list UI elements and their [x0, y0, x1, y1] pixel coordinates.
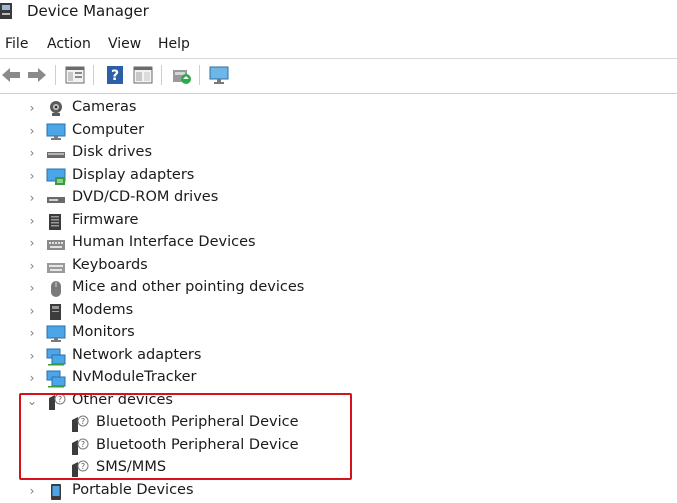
unknown-device-icon: ? [72, 438, 89, 455]
mouse-icon [51, 281, 61, 297]
chevron-right-icon[interactable]: › [26, 124, 38, 138]
chevron-down-icon[interactable]: ⌄ [26, 394, 38, 408]
chevron-right-icon[interactable]: › [26, 146, 38, 160]
help-icon[interactable]: ? [104, 64, 126, 86]
chevron-right-icon[interactable]: › [26, 371, 38, 385]
unknown-device-icon: ? [72, 415, 89, 432]
window-title: Device Manager [27, 2, 149, 20]
chevron-right-icon[interactable]: › [26, 259, 38, 273]
tree-item-label: Firmware [72, 211, 139, 228]
tree-item-keyboards[interactable]: › Keyboards [0, 256, 677, 278]
network-adapter-icon [46, 348, 66, 365]
menu-help[interactable]: Help [158, 36, 190, 52]
tree-item-portable-devices[interactable]: › Portable Devices [0, 481, 677, 503]
tree-item-label: Computer [72, 121, 145, 138]
back-icon[interactable] [0, 64, 22, 86]
portable-device-icon [51, 483, 61, 500]
tree-item-label: Bluetooth Peripheral Device [96, 414, 299, 430]
monitor-icon [46, 325, 66, 342]
device-manager-icon [0, 3, 12, 19]
chevron-right-icon[interactable]: › [26, 214, 38, 228]
tree-item-label: Mice and other pointing devices [72, 279, 305, 295]
tree-item-human-interface-devices[interactable]: › Human Interface Devices [0, 233, 677, 255]
chevron-right-icon[interactable]: › [26, 484, 38, 498]
title-bar: Device Manager [0, 0, 677, 26]
chevron-right-icon[interactable]: › [26, 169, 38, 183]
tree-item-label: SMS/MMS [96, 459, 167, 475]
tree-item-bluetooth-peripheral-device[interactable]: ? Bluetooth Peripheral Device [0, 413, 677, 435]
tree-item-label: Monitors [72, 324, 135, 340]
display-adapter-icon [46, 168, 66, 185]
menu-bar: File Action View Help [0, 34, 677, 56]
toolbar-divider [0, 93, 677, 94]
tree-item-cameras[interactable]: › Cameras [0, 98, 677, 120]
tree-item-computer[interactable]: › Computer [0, 121, 677, 143]
svg-text:?: ? [81, 462, 85, 471]
monitor-icon[interactable] [208, 64, 230, 86]
tree-item-label: Human Interface Devices [72, 234, 256, 250]
menu-action[interactable]: Action [47, 36, 91, 52]
tree-item-disk-drives[interactable]: › Disk drives [0, 143, 677, 165]
tree-item-label: Portable Devices [72, 481, 194, 498]
tree-item-monitors[interactable]: › Monitors [0, 323, 677, 345]
tree-item-network-adapters[interactable]: › Network adapters [0, 346, 677, 368]
tree-item-other-devices[interactable]: ⌄ ? Other devices [0, 391, 677, 413]
tree-item-label: Bluetooth Peripheral Device [96, 436, 299, 453]
tree-item-label: Disk drives [72, 144, 153, 160]
toolbar-separator [93, 65, 94, 85]
unknown-device-icon: ? [72, 460, 89, 477]
tree-item-mice[interactable]: › Mice and other pointing devices [0, 278, 677, 300]
network-adapter-icon [46, 370, 66, 388]
svg-text:?: ? [81, 440, 85, 449]
tree-item-dvd-cd-rom-drives[interactable]: › DVD/CD-ROM drives [0, 188, 677, 210]
tree-item-label: Other devices [72, 391, 173, 408]
tree-item-modems[interactable]: › Modems [0, 301, 677, 323]
view-icon[interactable] [132, 64, 154, 86]
tree-item-label: NvModuleTracker [72, 369, 197, 385]
svg-text:?: ? [58, 395, 62, 404]
tree-item-firmware[interactable]: › Firmware [0, 211, 677, 233]
tree-item-label: Modems [72, 301, 134, 318]
chevron-right-icon[interactable]: › [26, 326, 38, 340]
chevron-right-icon[interactable]: › [26, 349, 38, 363]
toolbar: ? [0, 58, 677, 93]
tree-item-sms-mms[interactable]: ? SMS/MMS [0, 458, 677, 480]
computer-icon [46, 123, 66, 140]
tree-item-label: Display adapters [72, 166, 195, 183]
camera-icon [50, 101, 62, 116]
disk-drive-icon [47, 152, 65, 158]
unknown-device-icon: ? [49, 393, 66, 410]
chevron-right-icon[interactable]: › [26, 101, 38, 115]
properties-pane-icon[interactable] [64, 64, 86, 86]
menu-file[interactable]: File [5, 36, 28, 52]
chevron-right-icon[interactable]: › [26, 191, 38, 205]
hid-icon [47, 240, 65, 250]
menu-view[interactable]: View [108, 36, 141, 52]
svg-text:?: ? [81, 417, 85, 426]
scan-hardware-icon[interactable] [170, 64, 192, 86]
forward-icon[interactable] [26, 64, 48, 86]
chevron-right-icon[interactable]: › [26, 304, 38, 318]
chevron-right-icon[interactable]: › [26, 281, 38, 295]
toolbar-separator [161, 65, 162, 85]
tree-item-label: Network adapters [72, 346, 202, 363]
keyboard-icon [47, 262, 65, 273]
firmware-icon [49, 213, 61, 230]
tree-item-nvmoduletracker[interactable]: › NvModuleTracker [0, 368, 677, 390]
modem-icon [50, 303, 61, 320]
dvd-drive-icon [47, 197, 65, 203]
toolbar-separator [55, 65, 56, 85]
svg-text:?: ? [111, 68, 119, 84]
chevron-right-icon[interactable]: › [26, 236, 38, 250]
toolbar-separator [199, 65, 200, 85]
tree-item-bluetooth-peripheral-device[interactable]: ? Bluetooth Peripheral Device [0, 436, 677, 458]
tree-item-label: DVD/CD-ROM drives [72, 189, 219, 205]
tree-item-label: Keyboards [72, 256, 148, 273]
tree-item-display-adapters[interactable]: › Display adapters [0, 166, 677, 188]
tree-item-label: Cameras [72, 99, 137, 115]
